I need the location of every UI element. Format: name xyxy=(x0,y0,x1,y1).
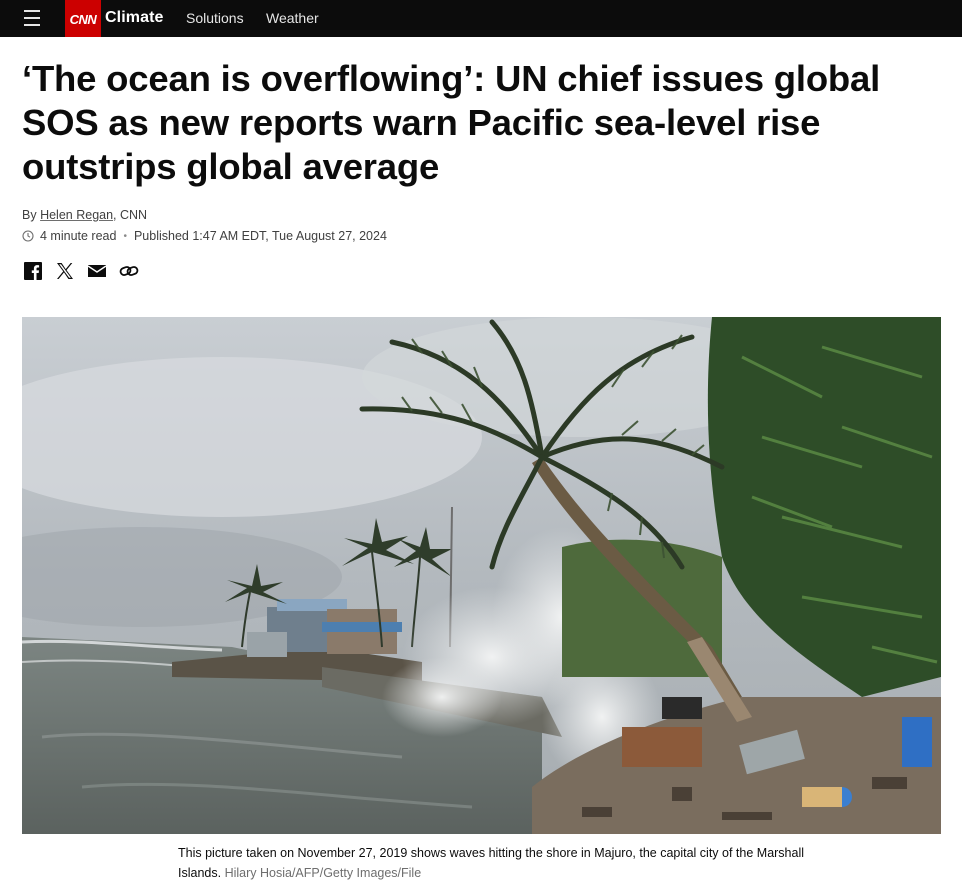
email-icon[interactable] xyxy=(86,260,108,282)
photo-credit: Hilary Hosia/AFP/Getty Images/File xyxy=(224,866,422,880)
facebook-icon[interactable] xyxy=(22,260,44,282)
article-headline: ‘The ocean is overflowing’: UN chief iss… xyxy=(22,58,881,187)
nav-link-solutions[interactable]: Solutions xyxy=(186,10,244,26)
svg-text:CNN: CNN xyxy=(70,12,98,27)
cnn-logo[interactable]: CNN xyxy=(65,0,101,37)
image-caption: This picture taken on November 27, 2019 … xyxy=(178,843,818,882)
hero-image[interactable] xyxy=(22,317,941,834)
link-icon[interactable] xyxy=(118,260,140,282)
menu-icon[interactable] xyxy=(24,10,40,26)
top-nav-bar: CNN Climate Solutions Weather xyxy=(0,0,962,37)
article-meta: 4 minute read • Published 1:47 AM EDT, T… xyxy=(22,229,387,243)
nav-link-weather[interactable]: Weather xyxy=(266,10,319,26)
read-time: 4 minute read xyxy=(40,229,117,243)
section-title[interactable]: Climate xyxy=(105,9,164,27)
published-timestamp: Published 1:47 AM EDT, Tue August 27, 20… xyxy=(133,229,387,243)
x-icon[interactable] xyxy=(54,260,76,282)
cnn-logo-mark: CNN xyxy=(70,12,98,27)
clock-icon xyxy=(22,230,34,242)
meta-separator: • xyxy=(123,230,127,242)
byline: By Helen Regan, CNN xyxy=(22,208,147,222)
author-link[interactable]: Helen Regan xyxy=(40,208,113,222)
byline-prefix: By xyxy=(22,208,37,222)
share-bar xyxy=(22,260,150,282)
storm-waves-palm-photo xyxy=(22,317,941,834)
byline-outlet: , CNN xyxy=(113,208,148,222)
